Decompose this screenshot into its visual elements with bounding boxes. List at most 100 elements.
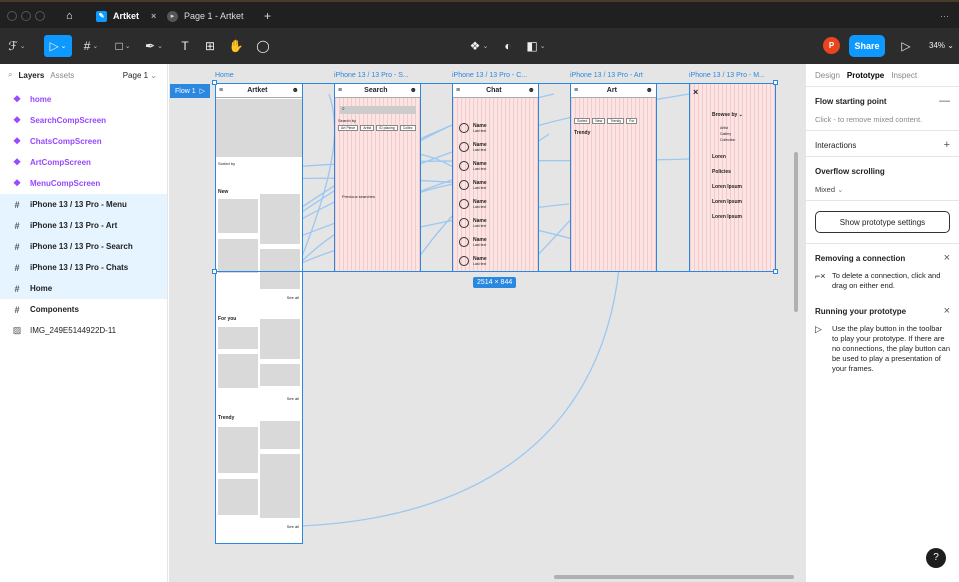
horizontal-scrollbar[interactable] xyxy=(554,575,794,579)
layer-item[interactable]: ▨ IMG_249E5144922D-11 xyxy=(0,320,167,341)
cursor-icon: ▷ xyxy=(49,39,59,53)
component-icon: ❖ xyxy=(12,94,22,104)
frame-label-search[interactable]: iPhone 13 / 13 Pro - S... xyxy=(334,72,409,79)
resize-handle[interactable] xyxy=(773,80,778,85)
layer-item[interactable]: ❖ ArtCompScreen xyxy=(0,152,167,173)
main-menu-button[interactable]: ℱ ⌄ xyxy=(6,35,28,57)
frame-label-menu[interactable]: iPhone 13 / 13 Pro - M... xyxy=(689,72,765,79)
layer-label: Components xyxy=(30,305,79,314)
search-icon[interactable]: ⌕ xyxy=(8,70,12,80)
design-canvas[interactable]: Flow 1 ▷ Home iPhone 13 / 13 Pro - S... i… xyxy=(169,64,805,582)
new-tab-button[interactable]: + xyxy=(264,4,271,28)
layer-item[interactable]: # iPhone 13 / 13 Pro - Search xyxy=(0,236,167,257)
contrast-button[interactable]: ◐ xyxy=(497,35,519,57)
frame-label-chat[interactable]: iPhone 13 / 13 Pro - C... xyxy=(452,72,527,79)
layer-item[interactable]: # iPhone 13 / 13 Pro - Chats xyxy=(0,257,167,278)
layers-panel: ⌕ Layers Assets Page 1 ⌄ ❖ home ❖ SearchCom… xyxy=(0,64,168,582)
layer-label: ChatsCompScreen xyxy=(30,137,102,146)
maximize-window-button[interactable] xyxy=(35,11,45,21)
resize-handle[interactable] xyxy=(212,269,217,274)
tab-assets[interactable]: Assets xyxy=(50,71,74,80)
running-prototype-section: Running your prototype × ▷ Use the play b… xyxy=(806,297,959,380)
text-tool-button[interactable]: T xyxy=(174,35,196,57)
minimize-window-button[interactable] xyxy=(21,11,31,21)
zoom-dropdown[interactable]: 34% ⌄ xyxy=(929,41,954,50)
home-tab-button[interactable]: ⌂ xyxy=(66,4,73,28)
selection-size-badge: 2514 × 844 xyxy=(473,277,517,288)
tab-artket[interactable]: ✎ Artket × xyxy=(96,4,156,28)
more-options-button[interactable]: ··· xyxy=(940,4,949,28)
frame-tool-button[interactable]: # ⌄ xyxy=(80,35,102,57)
show-prototype-settings-button[interactable]: Show prototype settings xyxy=(815,211,950,233)
close-window-button[interactable] xyxy=(7,11,17,21)
help-button[interactable]: ? xyxy=(926,548,946,568)
see-all-link[interactable]: See all xyxy=(287,295,299,300)
resources-icon: ⊞ xyxy=(204,39,216,53)
frame-icon: # xyxy=(83,39,91,53)
zoom-value: 34% xyxy=(929,41,946,50)
section-title: Overflow scrolling xyxy=(815,167,885,176)
trendy-card xyxy=(260,454,300,518)
minus-icon[interactable]: — xyxy=(939,95,950,107)
close-icon[interactable]: × xyxy=(944,252,950,264)
layer-label: MenuCompScreen xyxy=(30,179,101,188)
tab-label: Page 1 - Artket xyxy=(184,11,244,21)
prototype-settings-section: Show prototype settings xyxy=(806,201,959,244)
vertical-scrollbar[interactable] xyxy=(794,152,798,312)
fill-icon: ◧ xyxy=(526,39,538,53)
layer-item[interactable]: ❖ ChatsCompScreen xyxy=(0,131,167,152)
component-icon: ❖ xyxy=(12,136,22,146)
layer-label: ArtCompScreen xyxy=(30,158,91,167)
frame-label-art[interactable]: iPhone 13 / 13 Pro - Art xyxy=(570,72,643,79)
user-avatar[interactable]: P xyxy=(823,37,840,54)
see-all-link[interactable]: See all xyxy=(287,524,299,529)
shape-tool-button[interactable]: □ ⌄ xyxy=(112,35,134,57)
layer-label: IMG_249E5144922D-11 xyxy=(30,326,117,335)
resize-handle[interactable] xyxy=(773,269,778,274)
tab-prototype-preview[interactable]: ▸ Page 1 - Artket xyxy=(167,4,244,28)
trendy-section-title: Trendy xyxy=(218,415,235,421)
tab-layers[interactable]: Layers xyxy=(18,71,44,80)
close-icon[interactable]: × xyxy=(944,305,950,317)
present-button[interactable]: ▷ xyxy=(895,35,917,57)
pen-tool-button[interactable]: ✒ ⌄ xyxy=(143,35,165,57)
comment-tool-button[interactable]: ◯ xyxy=(252,35,274,57)
resources-button[interactable]: ⊞ xyxy=(199,35,221,57)
flow-start-section: Flow starting point — Click - to remove … xyxy=(806,86,959,131)
layer-item[interactable]: ❖ home xyxy=(0,89,167,110)
layer-item[interactable]: ❖ MenuCompScreen xyxy=(0,173,167,194)
play-icon: ▷ xyxy=(815,324,822,334)
tab-design[interactable]: Design xyxy=(815,71,840,80)
tab-prototype[interactable]: Prototype xyxy=(847,71,884,80)
layer-label: iPhone 13 / 13 Pro - Art xyxy=(30,221,118,230)
fill-button[interactable]: ◧ ⌄ xyxy=(525,35,547,57)
frame-icon: # xyxy=(14,199,20,210)
trendy-card xyxy=(218,427,258,473)
layer-item[interactable]: # iPhone 13 / 13 Pro - Menu xyxy=(0,194,167,215)
resize-handle[interactable] xyxy=(212,80,217,85)
hand-tool-button[interactable]: ✋ xyxy=(225,35,247,57)
components-button[interactable]: ❖ ⌄ xyxy=(468,35,490,57)
overflow-dropdown[interactable]: Mixed ⌄ xyxy=(815,185,950,194)
section-title: Removing a connection xyxy=(815,254,906,263)
add-interaction-icon[interactable]: + xyxy=(944,139,950,151)
pen-icon: ✒ xyxy=(145,39,156,53)
tab-inspect[interactable]: Inspect xyxy=(891,71,917,80)
see-all-link[interactable]: See all xyxy=(287,396,299,401)
layer-item[interactable]: ❖ SearchCompScreen xyxy=(0,110,167,131)
overflow-section: Overflow scrolling Mixed ⌄ xyxy=(806,157,959,201)
trendy-card xyxy=(260,421,300,449)
layer-item[interactable]: # Home xyxy=(0,278,167,299)
trendy-card xyxy=(218,479,258,515)
image-icon: ▨ xyxy=(12,325,22,335)
page-selector[interactable]: Page 1 ⌄ xyxy=(123,71,157,80)
layer-item[interactable]: # iPhone 13 / 13 Pro - Art xyxy=(0,215,167,236)
flow-start-label[interactable]: Flow 1 ▷ xyxy=(170,84,211,98)
layers-panel-header: ⌕ Layers Assets Page 1 ⌄ xyxy=(0,64,167,86)
share-button[interactable]: Share xyxy=(849,35,885,57)
frame-label-home[interactable]: Home xyxy=(215,72,234,79)
move-tool-button[interactable]: ▷ ⌄ xyxy=(44,35,72,57)
layer-item[interactable]: # Components xyxy=(0,299,167,320)
play-icon: ▷ xyxy=(901,39,911,53)
close-tab-icon[interactable]: × xyxy=(151,11,156,21)
